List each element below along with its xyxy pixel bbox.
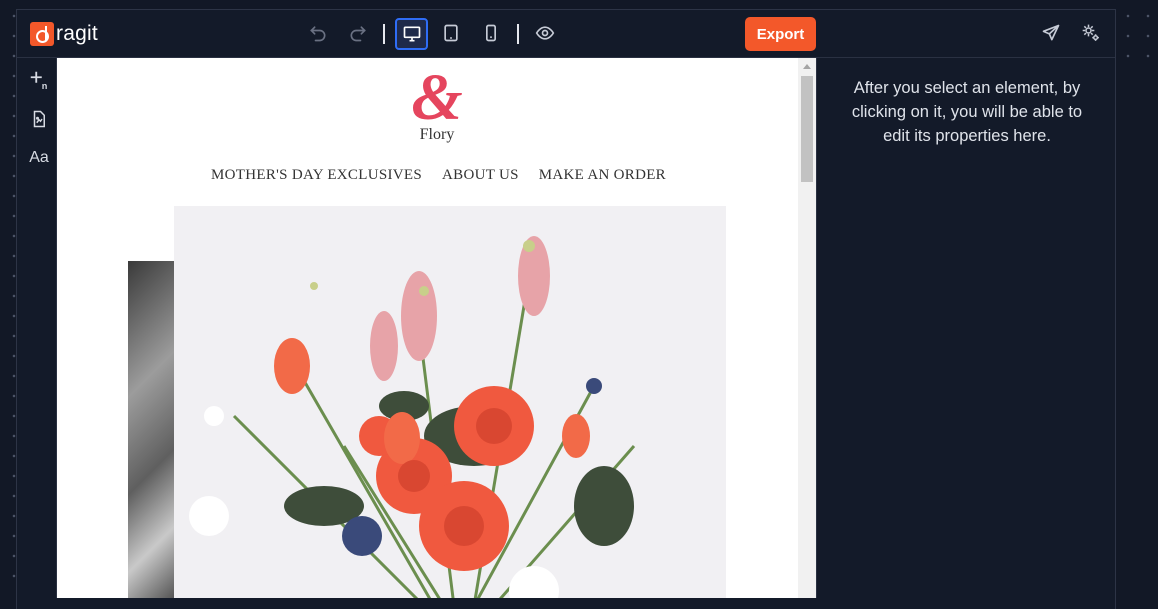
document-image-icon[interactable]	[27, 107, 51, 131]
nav-item-about-us[interactable]: ABOUT US	[442, 167, 519, 184]
brand-name: Flory	[419, 126, 455, 143]
svg-text:n: n	[42, 81, 48, 91]
left-sidebar: n Aa	[17, 58, 57, 598]
bouquet-illustration	[174, 206, 726, 598]
eye-icon[interactable]	[534, 22, 556, 44]
desktop-view-button[interactable]	[395, 18, 428, 50]
tablet-icon[interactable]	[440, 22, 462, 44]
brand-logo[interactable]: & Flory	[397, 61, 477, 144]
toolbar-divider	[383, 24, 385, 44]
typography-icon[interactable]: Aa	[27, 146, 51, 170]
toolbar-divider	[517, 24, 519, 44]
mobile-icon[interactable]	[480, 22, 502, 44]
send-icon[interactable]	[1040, 22, 1062, 44]
nav-item-make-an-order[interactable]: MAKE AN ORDER	[539, 167, 666, 184]
app-logo[interactable]: ragit	[30, 22, 98, 46]
editor-window: ragit Export n Aa & Flory MOTHER'S DAY E…	[16, 9, 1116, 609]
scroll-up-arrow-icon[interactable]	[803, 64, 811, 69]
desktop-icon	[403, 26, 420, 42]
email-nav: MOTHER'S DAY EXCLUSIVES ABOUT US MAKE AN…	[211, 167, 666, 184]
brand-ampersand: &	[411, 61, 463, 134]
export-button[interactable]: Export	[745, 17, 816, 51]
email-canvas[interactable]: & Flory MOTHER'S DAY EXCLUSIVES ABOUT US…	[57, 58, 816, 598]
logo-mark-icon	[30, 22, 54, 46]
bouquet-photo[interactable]	[174, 206, 726, 598]
app-name: ragit	[56, 22, 98, 45]
decorative-dots-right	[1112, 0, 1158, 60]
properties-hint: After you select an element, by clicking…	[851, 79, 1083, 145]
background-photo[interactable]	[128, 261, 178, 598]
settings-icon[interactable]	[1080, 22, 1102, 44]
undo-icon[interactable]	[307, 22, 329, 44]
nav-item-mothers-day[interactable]: MOTHER'S DAY EXCLUSIVES	[211, 167, 422, 184]
add-block-icon[interactable]: n	[27, 68, 51, 92]
properties-panel: After you select an element, by clicking…	[816, 58, 1115, 598]
canvas-scrollbar[interactable]	[798, 58, 816, 598]
decorative-dots-left	[0, 0, 16, 586]
top-toolbar: ragit Export	[17, 10, 1115, 58]
redo-icon[interactable]	[347, 22, 369, 44]
scroll-thumb[interactable]	[801, 76, 813, 182]
